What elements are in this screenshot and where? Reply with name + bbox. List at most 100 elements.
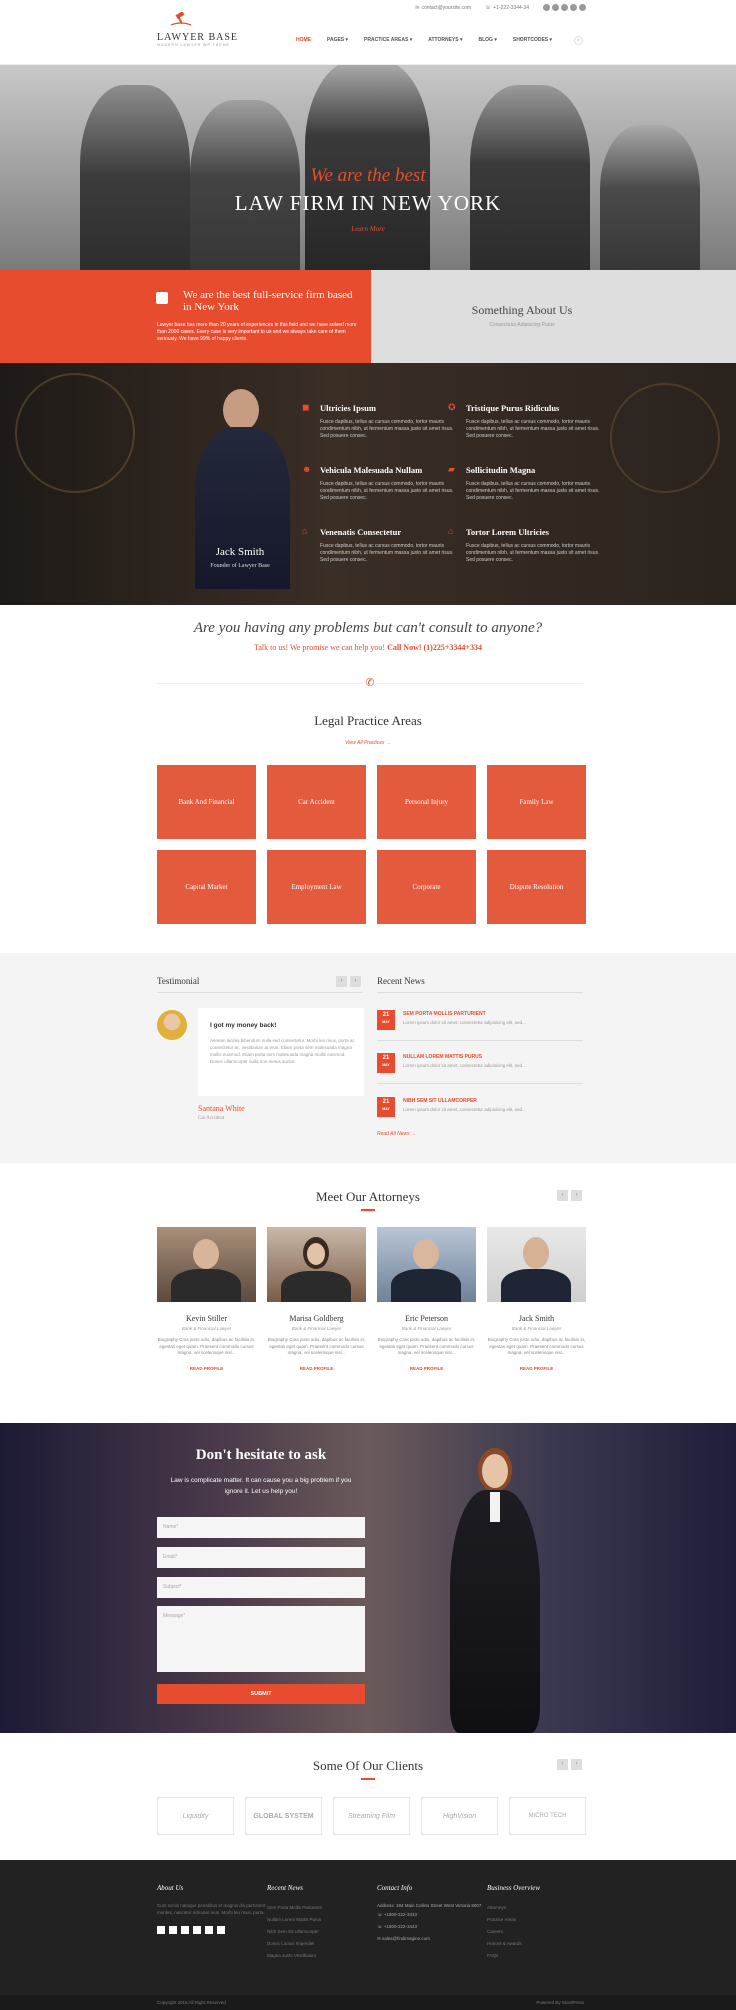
news-title[interactable]: NULLAM LOREM MATTIS PURUS <box>403 1054 482 1060</box>
footer-business-link[interactable]: Honors & Awards <box>487 1938 597 1950</box>
submit-button[interactable]: SUBMIT <box>157 1684 365 1704</box>
feature-5: ⌂ Venenatis Consectetur Fusce dapibus, t… <box>302 527 455 564</box>
read-profile-link[interactable]: READ PROFILE <box>157 1366 256 1371</box>
arrow-right-icon: → <box>411 1131 416 1137</box>
hero-learn-more-link[interactable]: Learn More <box>0 225 736 233</box>
avatar <box>157 1010 187 1040</box>
news-title[interactable]: SEM PORTA MOLLIS PARTURIENT <box>403 1011 486 1017</box>
feature-4: ▰ Sollicitudin Magna Fusce dapibus, tell… <box>448 465 601 502</box>
footer-about-title: About Us <box>157 1884 184 1892</box>
testimonial-next-button[interactable]: › <box>350 976 361 987</box>
pinterest-icon[interactable] <box>205 1926 213 1934</box>
linkedin-icon[interactable] <box>181 1926 189 1934</box>
attorneys-title: Meet Our Attorneys <box>316 1189 420 1204</box>
attorney-bio: Biography Cras justo odio, dapibus ac fa… <box>377 1337 476 1355</box>
footer-business-link[interactable]: Attorneys <box>487 1902 597 1914</box>
attorney-name[interactable]: Jack Smith <box>487 1314 586 1323</box>
feature-title: Tristique Purus Ridiculus <box>466 403 560 413</box>
cta-call[interactable]: Call Now! (1)225+3344+334 <box>387 643 482 652</box>
truck-icon: ▰ <box>448 464 455 474</box>
read-profile-link[interactable]: READ PROFILE <box>487 1366 586 1371</box>
subject-field[interactable]: Subject* <box>157 1577 365 1598</box>
footer-social-icons <box>157 1926 267 1934</box>
linkedin-icon[interactable] <box>561 4 568 11</box>
google-plus-icon[interactable] <box>193 1926 201 1934</box>
read-all-news-link[interactable]: Read All News → <box>377 1131 416 1137</box>
footer-news-link[interactable]: Magna Justo Vestibulum <box>267 1950 377 1962</box>
footer-news-link[interactable]: Nullam Lorem Mattis Purus <box>267 1914 377 1926</box>
nav-attorneys[interactable]: ATTORNEYS ▾ <box>428 37 462 43</box>
name-field[interactable]: Name* <box>157 1517 365 1538</box>
practice-tile[interactable]: Dispute Resolution <box>487 850 586 924</box>
message-field[interactable]: Message* <box>157 1606 365 1672</box>
rss-icon[interactable] <box>217 1926 225 1934</box>
practice-tile[interactable]: Bank And Financial <box>157 765 256 839</box>
practice-tile[interactable]: Family Law <box>487 765 586 839</box>
facebook-icon[interactable] <box>543 4 550 11</box>
practice-tile[interactable]: Employment Law <box>267 850 366 924</box>
nav-shortcodes[interactable]: SHORTCODES ▾ <box>513 37 552 43</box>
attorney-name[interactable]: Eric Peterson <box>377 1314 476 1323</box>
client-logo[interactable]: Streaming Film <box>333 1797 410 1835</box>
footer-about-text: Cum sociis natoque penatibus et magnis d… <box>157 1903 266 1915</box>
twitter-icon[interactable] <box>169 1926 177 1934</box>
clients-prev-button[interactable]: ‹ <box>557 1759 568 1770</box>
attorney-photo[interactable] <box>267 1227 366 1302</box>
feature-6: ⌂ Tortor Lorem Ultricies Fusce dapibus, … <box>448 527 601 564</box>
hero-title: LAW FIRM IN NEW YORK <box>234 191 502 215</box>
email-field[interactable]: Email* <box>157 1547 365 1568</box>
footer-news-link[interactable]: Donec Luctus Imperdiet <box>267 1938 377 1950</box>
attorneys-prev-button[interactable]: ‹ <box>557 1190 568 1201</box>
intro-box: We are the best full-service firm based … <box>0 270 371 363</box>
attorney-bio: Biography Cras justo odio, dapibus ac fa… <box>157 1337 256 1355</box>
attorneys-next-button[interactable]: › <box>571 1190 582 1201</box>
feature-1: ◼ Ultricies Ipsum Fusce dapibus, tellus … <box>302 403 455 440</box>
footer-business-link[interactable]: Careers <box>487 1926 597 1938</box>
footer-business-link[interactable]: FAQs <box>487 1950 597 1962</box>
client-logo[interactable]: GLOBAL SYSTEM <box>245 1797 322 1835</box>
attorney-photo[interactable] <box>377 1227 476 1302</box>
read-profile-link[interactable]: READ PROFILE <box>377 1366 476 1371</box>
practice-tile[interactable]: Personal Injury <box>377 765 476 839</box>
top-email[interactable]: contact@yoursite.com <box>421 5 471 11</box>
read-profile-link[interactable]: READ PROFILE <box>267 1366 366 1371</box>
attorney-name[interactable]: Kevin Stiller <box>157 1314 256 1323</box>
gavel-icon <box>170 11 192 26</box>
client-logo[interactable]: MICRO TECH <box>509 1797 586 1835</box>
page: ✉ contact@yoursite.com ☏ +1-222-3344-34 … <box>0 0 736 2010</box>
twitter-icon[interactable] <box>552 4 559 11</box>
google-plus-icon[interactable] <box>570 4 577 11</box>
footer-news-link[interactable]: Sem Porta Mollis Parturient <box>267 1902 377 1914</box>
nav-pages[interactable]: PAGES ▾ <box>327 37 348 43</box>
client-logo[interactable]: Liquidity <box>157 1797 234 1835</box>
attorney-photo[interactable] <box>487 1227 586 1302</box>
feature-2: ✪ Tristique Purus Ridiculus Fusce dapibu… <box>448 403 601 440</box>
nav-practice-areas[interactable]: PRACTICE AREAS ▾ <box>364 37 412 43</box>
nav-home[interactable]: HOME <box>296 37 311 43</box>
footer-news-link[interactable]: Nibh Sem Sit Ullamcorper <box>267 1926 377 1938</box>
practice-tile[interactable]: Capital Market <box>157 850 256 924</box>
nav-blog[interactable]: BLOG ▾ <box>479 37 497 43</box>
top-bar: ✉ contact@yoursite.com ☏ +1-222-3344-34 <box>415 4 586 11</box>
feature-text: Fusce dapibus, tellus ac cursus commodo,… <box>466 543 600 563</box>
footer-business-link[interactable]: Practice Areas <box>487 1914 597 1926</box>
client-logo[interactable]: HighVision <box>421 1797 498 1835</box>
title-underline <box>361 1778 375 1780</box>
rss-icon[interactable] <box>579 4 586 11</box>
people-icon: ☻ <box>302 464 312 474</box>
logo[interactable]: LAWYER BASE MODERN LAWYER WP THEME <box>157 11 238 47</box>
practice-link[interactable]: View All Practices → <box>0 740 736 746</box>
about-box: Something About Us Consectetur Adipiscin… <box>371 270 736 363</box>
practice-tile[interactable]: Car Accident <box>267 765 366 839</box>
search-button[interactable]: ⌕ <box>574 36 583 45</box>
testimonial-prev-button[interactable]: ‹ <box>336 976 347 987</box>
clients-next-button[interactable]: › <box>571 1759 582 1770</box>
news-title[interactable]: NIBH SEM SIT ULLAMCORPER <box>403 1098 477 1104</box>
practice-tile[interactable]: Corporate <box>377 850 476 924</box>
attorney-name[interactable]: Marisa Goldberg <box>267 1314 366 1323</box>
footer-contact: Contact Info Address: 194 Main Collins S… <box>377 1884 487 1945</box>
facebook-icon[interactable] <box>157 1926 165 1934</box>
footer-bottom-bar: Copyright 2015 All Right Reserved Powere… <box>0 1995 736 2010</box>
attorney-photo[interactable] <box>157 1227 256 1302</box>
footer-mail[interactable]: ✉ sales@findimagine.com <box>377 1933 487 1945</box>
